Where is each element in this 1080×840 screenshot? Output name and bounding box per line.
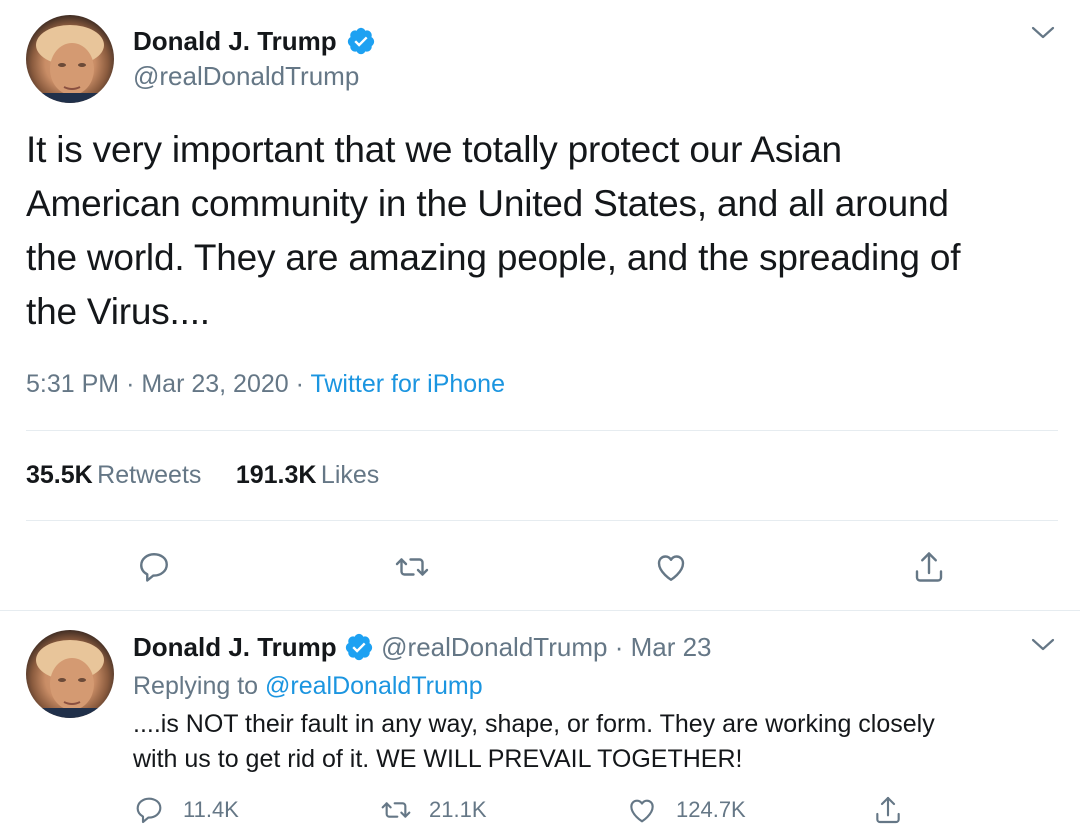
reply-line: ....is NOT their fault in any way, shape… [133, 710, 935, 738]
reply-reply-button[interactable]: 11.4K [133, 794, 239, 826]
reply-button[interactable] [134, 547, 174, 587]
like-button[interactable] [651, 547, 691, 587]
author-name[interactable]: Donald J. Trump [133, 26, 376, 57]
reply-icon [140, 553, 168, 582]
retweets-count: 35.5K [26, 461, 93, 489]
retweet-icon [381, 802, 411, 818]
reply-author-name[interactable]: Donald J. Trump [133, 632, 337, 662]
retweets-label: Retweets [97, 461, 202, 489]
tweet-line: the world. They are amazing people, and … [26, 237, 961, 278]
likes-label: Likes [320, 461, 380, 489]
retweet-icon [395, 558, 429, 576]
reply-author-avatar[interactable] [26, 630, 114, 718]
tweet-source-link[interactable]: Twitter for iPhone [310, 370, 505, 398]
like-count: 124.7K [676, 797, 746, 822]
verified-badge-icon [345, 634, 373, 661]
likes-count: 191.3K [235, 461, 317, 489]
reply-count: 11.4K [183, 797, 239, 822]
share-icon [915, 552, 943, 582]
divider [26, 430, 1058, 431]
author-avatar[interactable] [26, 15, 114, 103]
chevron-down-icon [1031, 26, 1055, 39]
tweet-stats: 35.5K Retweets 191.3K Likes [26, 461, 379, 490]
author-name-text[interactable]: Donald J. Trump [133, 26, 337, 56]
retweet-count: 21.1K [429, 797, 487, 822]
meta-separator: · [126, 370, 135, 398]
reply-share-button[interactable] [872, 794, 904, 831]
retweets-stat[interactable]: 35.5K Retweets [26, 461, 206, 489]
avatar-face-image [26, 640, 114, 718]
meta-separator: · [295, 370, 304, 398]
reply-retweet-button[interactable]: 21.1K [379, 794, 487, 826]
reply-body: ....is NOT their fault in any way, shape… [133, 707, 1073, 777]
tweet-line: It is very important that we totally pro… [26, 129, 842, 170]
replying-to: Replying to @realDonaldTrump [133, 672, 483, 701]
tweet-line: American community in the United States,… [26, 183, 949, 224]
share-icon [876, 796, 900, 824]
divider [26, 520, 1058, 521]
reply-header: Donald J. Trump @realDonaldTrump · Mar 2… [133, 632, 712, 663]
verified-badge-icon [347, 28, 375, 55]
meta-separator: · [614, 632, 624, 662]
tweet-meta: 5:31 PM · Mar 23, 2020 · Twitter for iPh… [26, 370, 505, 399]
reply-icon [136, 797, 162, 824]
retweet-button[interactable] [392, 547, 432, 587]
reply-like-button[interactable]: 124.7K [626, 794, 746, 826]
tweet-time[interactable]: 5:31 PM [26, 370, 119, 398]
reply-date[interactable]: Mar 23 [631, 632, 712, 662]
reply-line: with us to get rid of it. WE WILL PREVAI… [133, 745, 743, 773]
tweet-date[interactable]: Mar 23, 2020 [141, 370, 288, 398]
reply-more-options-button[interactable] [1030, 636, 1056, 659]
replying-to-prefix: Replying to [133, 672, 259, 700]
likes-stat[interactable]: 191.3K Likes [236, 461, 379, 489]
like-icon [630, 799, 654, 823]
avatar-face-image [26, 25, 114, 103]
more-options-button[interactable] [1030, 24, 1056, 47]
chevron-down-icon [1031, 638, 1055, 651]
author-handle[interactable]: @realDonaldTrump [133, 61, 359, 92]
reply-author-handle[interactable]: @realDonaldTrump [381, 632, 607, 662]
tweet-line: the Virus.... [26, 291, 210, 332]
share-button[interactable] [909, 547, 949, 587]
like-icon [657, 555, 685, 581]
divider [0, 610, 1080, 611]
tweet-body: It is very important that we totally pro… [26, 123, 1066, 339]
replying-to-link[interactable]: @realDonaldTrump [265, 672, 483, 700]
